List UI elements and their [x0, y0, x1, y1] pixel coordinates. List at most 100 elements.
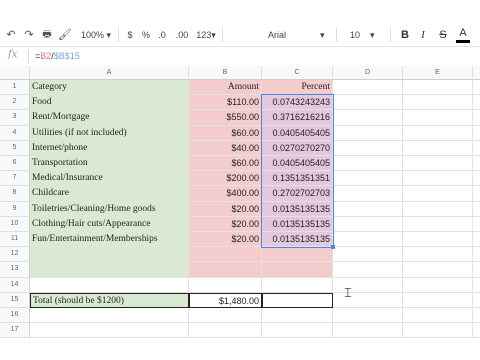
cell[interactable] [473, 216, 480, 232]
increase-decimal-button[interactable]: .00 [172, 24, 192, 46]
column-header-f[interactable] [473, 66, 480, 80]
cell[interactable] [403, 125, 473, 141]
more-formats-button[interactable]: 123▾ [194, 24, 218, 46]
cell[interactable] [333, 323, 403, 339]
italic-button[interactable]: I [416, 24, 430, 46]
amount-cell[interactable]: $40.00 [189, 140, 262, 156]
cell[interactable] [189, 323, 262, 339]
row-header-11[interactable]: 11 [0, 232, 30, 248]
cell[interactable] [403, 171, 473, 187]
row-header-9[interactable]: 9 [0, 201, 30, 217]
sheet-grid[interactable]: A B C D E 1 Category Amount Percent 2 Food $11… [0, 66, 480, 360]
cell[interactable] [333, 201, 403, 217]
cell[interactable] [473, 247, 480, 263]
cell[interactable] [473, 186, 480, 202]
cell[interactable] [473, 277, 480, 293]
cell[interactable] [473, 110, 480, 126]
cell[interactable] [403, 232, 473, 248]
cell[interactable] [333, 216, 403, 232]
category-cell[interactable]: Medical/Insurance [30, 171, 189, 187]
category-cell[interactable]: Fun/Entertainment/Memberships [30, 232, 189, 248]
amount-cell[interactable]: $400.00 [189, 186, 262, 202]
row-header-10[interactable]: 10 [0, 216, 30, 232]
percent-cell[interactable] [262, 247, 333, 263]
cell[interactable] [473, 95, 480, 111]
row-header-8[interactable]: 8 [0, 186, 30, 202]
column-header-e[interactable]: E [403, 66, 473, 80]
cell[interactable] [333, 262, 403, 278]
cell[interactable] [403, 247, 473, 263]
category-cell[interactable]: Childcare [30, 186, 189, 202]
amount-cell[interactable] [189, 247, 262, 263]
cell[interactable] [333, 125, 403, 141]
percent-cell[interactable]: 0.1351351351 [262, 171, 333, 187]
column-header-d[interactable]: D [333, 66, 403, 80]
cell[interactable] [333, 232, 403, 248]
cell[interactable] [403, 216, 473, 232]
category-cell[interactable]: Food [30, 95, 189, 111]
cell[interactable] [333, 186, 403, 202]
formula-input[interactable]: =B2/$B$15 [35, 51, 80, 61]
cell[interactable] [403, 277, 473, 293]
percent-cell[interactable]: 0.0135135135 [262, 201, 333, 217]
row-header-12[interactable]: 12 [0, 247, 30, 263]
row-header-13[interactable]: 13 [0, 262, 30, 278]
bold-button[interactable]: B [398, 24, 412, 46]
cell[interactable] [403, 80, 473, 96]
amount-cell[interactable]: $200.00 [189, 171, 262, 187]
zoom-select[interactable]: 100% ▾ [78, 24, 114, 46]
cell[interactable] [473, 232, 480, 248]
column-header-b[interactable]: B [189, 66, 262, 80]
undo-icon[interactable]: ↶ [4, 28, 18, 42]
cell[interactable] [30, 308, 189, 324]
redo-icon[interactable]: ↷ [22, 28, 36, 42]
cell[interactable] [333, 95, 403, 111]
amount-cell[interactable]: $60.00 [189, 156, 262, 172]
total-label-cell[interactable]: Total (should be $1200) [30, 292, 189, 308]
percent-cell[interactable]: 0.2702702703 [262, 186, 333, 202]
cell[interactable] [473, 292, 480, 308]
cell[interactable] [473, 140, 480, 156]
percent-cell[interactable]: 0.0405405405 [262, 156, 333, 172]
cell[interactable] [403, 140, 473, 156]
cell[interactable] [333, 80, 403, 96]
header-amount[interactable]: Amount [189, 80, 262, 96]
font-size-select[interactable]: 10 ▾ [350, 24, 376, 46]
cell[interactable] [473, 125, 480, 141]
cell[interactable] [262, 323, 333, 339]
corner-cell[interactable] [0, 66, 30, 80]
category-cell[interactable]: Clothing/Hair cuts/Appearance [30, 216, 189, 232]
amount-cell[interactable] [189, 262, 262, 278]
text-color-button[interactable]: A [456, 24, 470, 43]
cell[interactable] [403, 323, 473, 339]
decrease-decimal-button[interactable]: .0 [154, 24, 170, 46]
category-cell[interactable]: Transportation [30, 156, 189, 172]
cell[interactable] [30, 323, 189, 339]
amount-cell[interactable]: $110.00 [189, 95, 262, 111]
row-header-1[interactable]: 1 [0, 80, 30, 96]
total-amount-cell[interactable]: $1,480.00 [189, 292, 262, 308]
cell[interactable] [262, 277, 333, 293]
percent-cell[interactable] [262, 262, 333, 278]
percent-cell[interactable]: 0.0743243243 [262, 95, 333, 111]
row-header-15[interactable]: 15 [0, 292, 30, 308]
cell[interactable] [262, 308, 333, 324]
paint-format-icon[interactable]: 🖌 [58, 28, 72, 42]
cell[interactable] [333, 171, 403, 187]
category-cell[interactable]: Toiletries/Cleaning/Home goods [30, 201, 189, 217]
font-select[interactable]: Arial ▾ [268, 24, 328, 46]
cell[interactable] [473, 308, 480, 324]
cell[interactable] [473, 80, 480, 96]
amount-cell[interactable]: $60.00 [189, 125, 262, 141]
percent-format-button[interactable]: % [140, 24, 152, 46]
cell[interactable] [403, 156, 473, 172]
category-cell[interactable]: Rent/Mortgage [30, 110, 189, 126]
percent-cell[interactable]: 0.0135135135 [262, 216, 333, 232]
row-header-2[interactable]: 2 [0, 95, 30, 111]
percent-cell[interactable]: 0.3716216216 [262, 110, 333, 126]
category-cell[interactable] [30, 262, 189, 278]
cell[interactable] [403, 110, 473, 126]
cell[interactable] [333, 110, 403, 126]
cell[interactable] [189, 308, 262, 324]
row-header-4[interactable]: 4 [0, 125, 30, 141]
